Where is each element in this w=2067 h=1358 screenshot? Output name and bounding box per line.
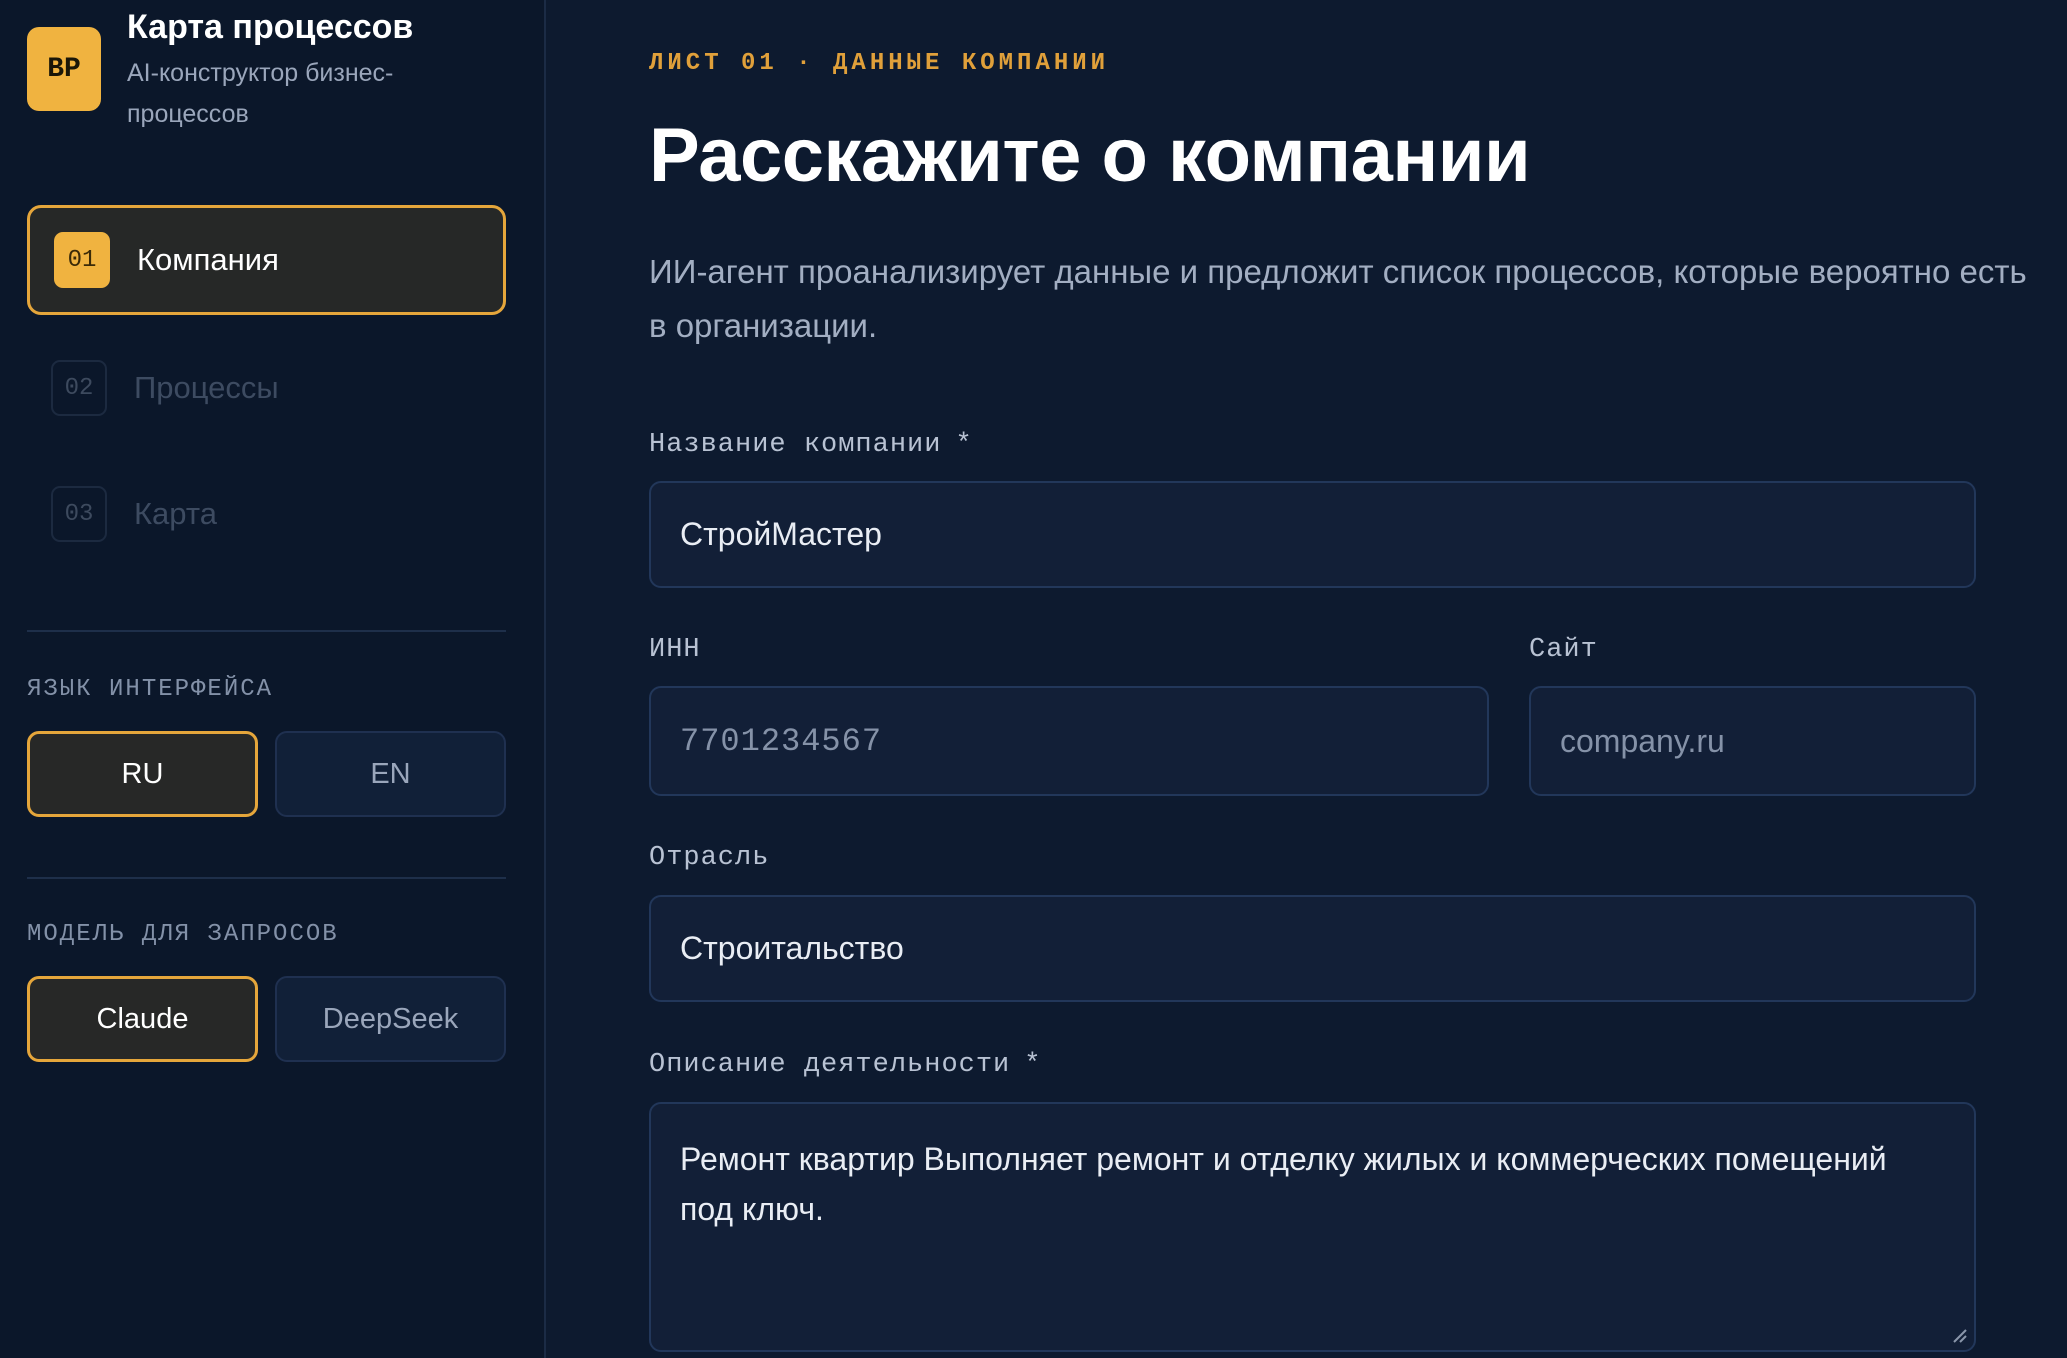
description-label: Описание деятельности * [649,1050,1041,1080]
industry-label: Отрасль [649,843,770,873]
description-value: Ремонт квартир Выполняет ремонт и отделк… [680,1141,1887,1227]
sidebar: BP Карта процессов AI-конструктор бизнес… [0,0,546,1358]
field-label-text: Описание деятельности [649,1050,1011,1080]
main-content: ЛИСТ 01 · ДАННЫЕ КОМПАНИИ Расскажите о к… [546,0,2067,1358]
app-title: Карта процессов [127,8,414,46]
brand-logo: BP [27,27,101,111]
required-mark: * [1024,1050,1042,1080]
nav-item-processes[interactable]: 02 Процессы [27,333,506,443]
divider [27,630,506,632]
page-title: Расскажите о компании [649,113,1531,198]
company-name-label: Название компании * [649,430,973,460]
language-section-label: Язык интерфейса [27,676,274,703]
step-number-badge: 03 [51,486,107,542]
field-label-text: Название компании [649,430,942,460]
divider [27,877,506,879]
site-placeholder: company.ru [1560,722,1725,759]
brand: BP Карта процессов AI-конструктор бизнес… [27,0,457,135]
inn-input[interactable]: 7701234567 [649,686,1489,796]
nav-item-company[interactable]: 01 Компания [27,205,506,315]
step-number-badge: 01 [54,232,110,288]
model-section-label: Модель для запросов [27,921,339,948]
language-en-button[interactable]: EN [275,731,506,817]
model-deepseek-button[interactable]: DeepSeek [275,976,506,1062]
nav-item-map[interactable]: 03 Карта [27,459,506,569]
app-window: BP Карта процессов AI-конструктор бизнес… [0,0,2067,1358]
nav-item-label: Процессы [134,370,279,405]
site-label: Сайт [1529,635,1598,665]
site-input[interactable]: company.ru [1529,686,1976,796]
nav-item-label: Карта [134,496,217,531]
step-number-badge: 02 [51,360,107,416]
nav-item-label: Компания [137,242,279,277]
company-name-value: СтройМастер [680,516,882,552]
company-name-input[interactable]: СтройМастер [649,481,1976,588]
brand-text: Карта процессов AI-конструктор бизнес-пр… [127,0,457,135]
industry-input[interactable]: Строитальство [649,895,1976,1002]
inn-placeholder: 7701234567 [680,722,883,760]
description-textarea[interactable]: Ремонт квартир Выполняет ремонт и отделк… [649,1102,1976,1352]
inn-label: ИНН [649,635,701,665]
app-subtitle: AI-конструктор бизнес-процессов [127,59,394,128]
sheet-eyebrow: ЛИСТ 01 · ДАННЫЕ КОМПАНИИ [649,50,1110,77]
resize-handle-icon[interactable] [1950,1326,1968,1344]
required-mark: * [955,430,973,460]
industry-value: Строитальство [680,930,904,966]
page-description: ИИ-агент проанализирует данные и предлож… [649,253,2027,344]
language-ru-button[interactable]: RU [27,731,258,817]
model-claude-button[interactable]: Claude [27,976,258,1062]
